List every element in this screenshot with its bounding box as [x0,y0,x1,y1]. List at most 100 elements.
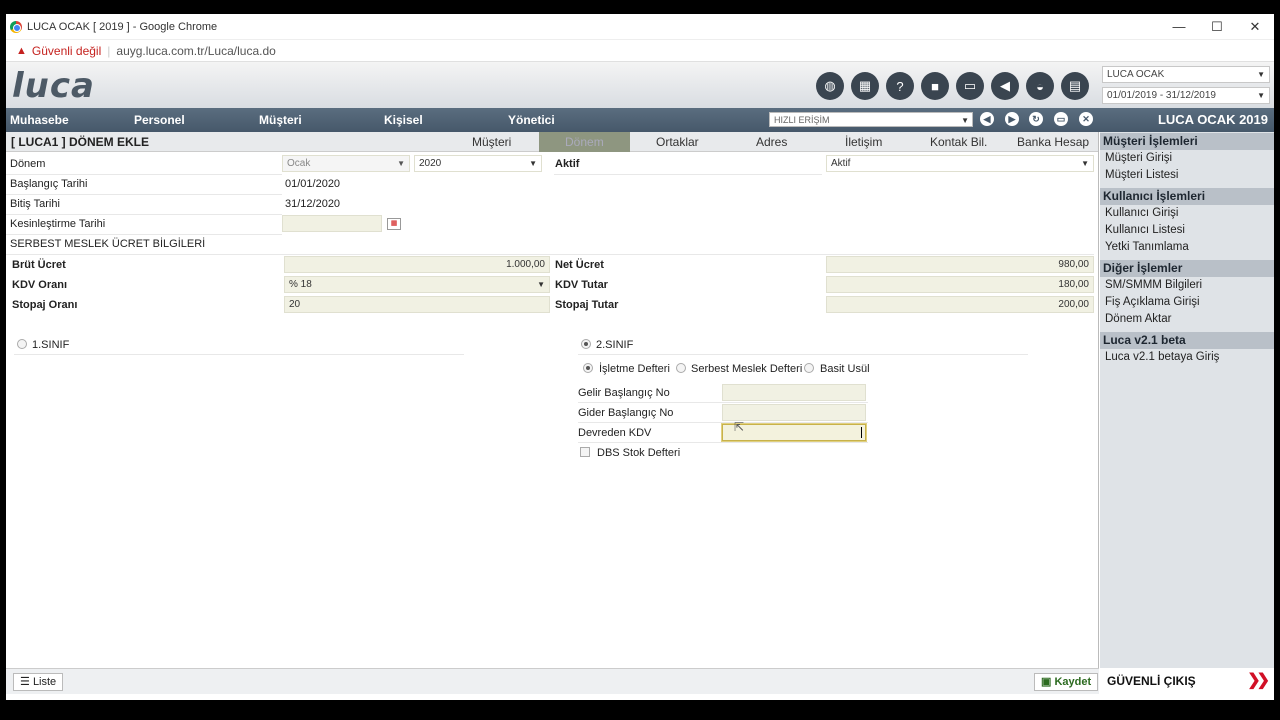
form-header: [ LUCA1 ] DÖNEM EKLE Müşteri Dönem Ortak… [6,132,1098,152]
brut-label: Brüt Ücret [12,259,66,271]
quick-access-select[interactable]: HIZLI ERİŞİM ▼ [769,112,973,127]
menu-musteri[interactable]: Müşteri [259,113,302,127]
divider [578,442,868,443]
luca-logo[interactable]: luca [12,66,95,106]
net-input[interactable]: 980,00 [826,256,1094,273]
chevron-down-icon: ▼ [397,159,405,168]
sinif2-label[interactable]: 2.SINIF [596,339,633,351]
monitor-icon[interactable]: ▭ [956,72,984,100]
save-button[interactable]: ▣ Kaydet [1034,673,1099,691]
menu-yonetici[interactable]: Yönetici [508,113,555,127]
sidebar-item-kullanici-girisi[interactable]: Kullanıcı Girişi [1100,205,1274,222]
donem-year-select[interactable]: 2020 ▼ [414,155,542,172]
tab-musteri[interactable]: Müşteri [472,132,511,152]
minimize-button[interactable]: — [1160,19,1198,34]
gelir-label: Gelir Başlangıç No [578,387,670,399]
isletme-radio[interactable] [583,363,593,373]
basit-label[interactable]: Basit Usül [820,363,870,375]
menu-muhasebe[interactable]: Muhasebe [10,113,69,127]
refresh-icon[interactable]: ↻ [1029,112,1043,126]
menu-kisisel[interactable]: Kişisel [384,113,423,127]
calculator-icon[interactable]: ▦ [851,72,879,100]
tab-donem[interactable]: Dönem [539,132,630,152]
aktif-select[interactable]: Aktif ▼ [826,155,1094,172]
help-icon[interactable]: ? [886,72,914,100]
window-icon[interactable]: ▭ [1054,112,1068,126]
mouse-pointer-icon: ⇱ [734,420,745,434]
divider [578,422,868,423]
back-icon[interactable]: ◀ [980,112,994,126]
gelir-input[interactable] [722,384,866,401]
kesinlestirme-input[interactable] [282,215,382,232]
dbs-checkbox[interactable] [580,447,590,457]
stopaj-oran-input[interactable]: 20 [284,296,550,313]
sidebar-item-musteri-listesi[interactable]: Müşteri Listesi [1100,167,1274,184]
kdv-tutar-input[interactable]: 180,00 [826,276,1094,293]
divider [6,234,282,235]
dbs-label[interactable]: DBS Stok Defteri [597,447,680,459]
toolbar-icons: ◍ ▦ ? ■ ▭ ◀ ◒ ▤ [816,72,1096,100]
megaphone-icon[interactable]: ◀ [991,72,1019,100]
donem-label: Dönem [10,158,46,170]
basit-radio[interactable] [804,363,814,373]
window-title: LUCA OCAK [ 2019 ] - Google Chrome [27,20,218,33]
divider [6,214,282,215]
stopaj-tutar-input[interactable]: 200,00 [826,296,1094,313]
warning-icon[interactable]: ▲ [16,45,27,57]
sidebar-item-yetki[interactable]: Yetki Tanımlama [1100,239,1274,256]
divider [578,402,868,403]
menu-personel[interactable]: Personel [134,113,185,127]
sinif2-radio[interactable] [581,339,591,349]
net-label: Net Ücret [555,259,604,271]
chevron-down-icon: ▼ [1257,70,1265,79]
tab-iletisim[interactable]: İletişim [845,132,882,152]
sidebar-item-kullanici-listesi[interactable]: Kullanıcı Listesi [1100,222,1274,239]
sidebar-section-musteri: Müşteri İşlemleri [1100,133,1274,150]
period-select-value: 01/01/2019 - 31/12/2019 [1107,90,1216,101]
sinif1-radio[interactable] [17,339,27,349]
list-icon: ☰ [20,676,30,688]
close-icon[interactable]: ✕ [1079,112,1093,126]
globe-icon[interactable]: ◍ [816,72,844,100]
company-select[interactable]: LUCA OCAK ▼ [1102,66,1270,83]
tab-banka[interactable]: Banka Hesap [1017,132,1089,152]
serbest-radio[interactable] [676,363,686,373]
list-button[interactable]: ☰ Liste [13,673,64,691]
donem-year-value: 2020 [419,158,442,169]
kesinlestirme-label: Kesinleştirme Tarihi [10,218,106,230]
video-icon[interactable]: ■ [921,72,949,100]
sidebar-item-donem-aktar[interactable]: Dönem Aktar [1100,311,1274,328]
save-icon: ▣ [1041,676,1052,688]
sidebar-item-musteri-girisi[interactable]: Müşteri Girişi [1100,150,1274,167]
tab-adres[interactable]: Adres [756,132,787,152]
maximize-button[interactable]: ☐ [1198,19,1236,35]
donem-month-select[interactable]: Ocak ▼ [282,155,410,172]
isletme-label[interactable]: İşletme Defteri [599,363,670,375]
forward-icon[interactable]: ▶ [1005,112,1019,126]
close-window-button[interactable]: ✕ [1236,19,1274,35]
logout-label: GÜVENLİ ÇIKIŞ [1107,674,1196,688]
brut-input[interactable]: 1.000,00 [284,256,550,273]
book-icon[interactable]: ▤ [1061,72,1089,100]
company-select-value: LUCA OCAK [1107,69,1165,80]
kdv-oran-value: % 18 [289,279,312,290]
tab-ortaklar[interactable]: Ortaklar [656,132,699,152]
url-text[interactable]: auyg.luca.com.tr/Luca/luca.do [116,44,275,58]
bell-icon[interactable]: ◒ [1026,72,1054,100]
sidebar-item-fis-aciklama[interactable]: Fiş Açıklama Girişi [1100,294,1274,311]
devreden-label: Devreden KDV [578,427,652,439]
sidebar-item-luca-beta[interactable]: Luca v2.1 betaya Giriş [1100,349,1274,366]
kdv-oran-select[interactable]: % 18 ▼ [284,276,550,293]
period-select[interactable]: 01/01/2019 - 31/12/2019 ▼ [1102,87,1270,104]
save-button-label: Kaydet [1054,676,1092,688]
security-status[interactable]: Güvenli değil [32,44,101,58]
serbest-label[interactable]: Serbest Meslek Defteri [691,363,802,375]
tab-kontak[interactable]: Kontak Bil. [930,132,987,152]
calendar-icon[interactable]: ▦ [387,218,401,230]
sinif1-label[interactable]: 1.SINIF [32,339,69,351]
gider-input[interactable] [722,404,866,421]
address-bar[interactable]: ▲ Güvenli değil | auyg.luca.com.tr/Luca/… [6,40,1274,62]
logout-button[interactable]: GÜVENLİ ÇIKIŞ ❯❯ [1100,668,1274,694]
sidebar-item-smmm[interactable]: SM/SMMM Bilgileri [1100,277,1274,294]
